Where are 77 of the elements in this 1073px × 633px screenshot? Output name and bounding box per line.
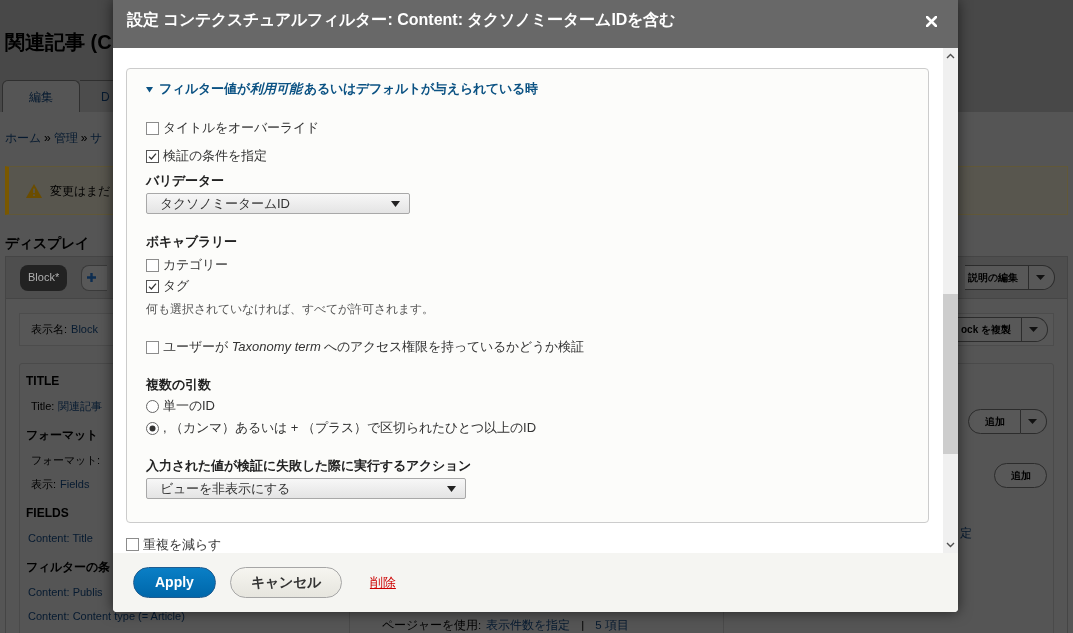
setting-label: 表示名:	[31, 322, 68, 338]
duplicate-button[interactable]: ock を複製	[958, 317, 1022, 342]
page-tab[interactable]: 編集	[2, 80, 80, 112]
section-heading: フォーマット	[26, 427, 98, 444]
field-label: バリデーター	[146, 172, 224, 190]
radio-button[interactable]	[146, 399, 159, 413]
setting-link[interactable]: Content: Content type (= Article)	[28, 607, 185, 625]
breadcrumb-link[interactable]: サ	[90, 129, 103, 147]
setting-link[interactable]: 定	[960, 524, 972, 542]
checkbox[interactable]	[146, 279, 159, 293]
page-tab[interactable]: D	[80, 80, 113, 112]
setting-label: ページャーを使用:	[382, 618, 482, 633]
setting-link[interactable]: 表示件数を指定	[486, 617, 571, 633]
checkbox[interactable]	[126, 538, 139, 551]
fieldset-summary-link[interactable]: フィルター値が利用可能あるいはデフォルトが与えられている時	[146, 80, 538, 98]
add-display-button[interactable]	[81, 264, 108, 291]
plus-icon	[87, 273, 97, 282]
radio-label: , （カンマ）あるいは + （プラス）で区切られたひとつ以上のID	[163, 419, 537, 438]
select-field[interactable]: タクソノミータームID	[146, 193, 410, 214]
edit-description-button[interactable]: 説明の編集	[965, 265, 1029, 290]
scrollbar[interactable]	[943, 48, 958, 553]
section-heading: ディスプレイ	[5, 235, 89, 251]
warning-text: 変更はまだ	[50, 182, 110, 200]
checkbox-label: カテゴリー	[163, 256, 228, 275]
caret-down-icon	[391, 200, 400, 207]
dropdown-toggle[interactable]	[1022, 317, 1048, 342]
caret-down-icon	[1028, 327, 1038, 332]
apply-button[interactable]: Apply	[133, 567, 216, 598]
section-heading: TITLE	[26, 373, 60, 390]
dropdown-toggle[interactable]	[1029, 265, 1055, 290]
breadcrumb-link[interactable]: 管理	[53, 129, 78, 147]
caret-down-icon	[1035, 275, 1045, 280]
field-label: 複数の引数	[146, 376, 211, 394]
page-title: 関連記事 (C	[5, 30, 112, 54]
cancel-button[interactable]: キャンセル	[229, 567, 342, 598]
setting-link[interactable]: Block	[71, 321, 98, 338]
section-heading: フィルターの条	[26, 559, 110, 576]
checkbox-label: ユーザーが Taxonomy term へのアクセス権限を持っているかどうか検証	[163, 338, 585, 357]
radio-label: 単一のID	[163, 397, 215, 416]
caret-down-icon	[1027, 419, 1037, 424]
checkbox-label: タイトルをオーバーライド	[163, 119, 319, 138]
checkbox[interactable]	[146, 258, 159, 272]
delete-link[interactable]: 削除	[369, 572, 396, 593]
display-tab[interactable]: Block*	[20, 264, 68, 291]
section-heading: FIELDS	[26, 505, 69, 522]
checkbox[interactable]	[146, 121, 159, 135]
radio-button[interactable]	[146, 421, 159, 435]
checkbox[interactable]	[146, 340, 159, 354]
checkbox-label: タグ	[163, 277, 189, 296]
breadcrumb-link[interactable]: ホーム	[5, 129, 41, 147]
checkbox[interactable]	[146, 149, 159, 163]
dropdown-toggle[interactable]	[1021, 409, 1047, 434]
close-button[interactable]	[923, 13, 939, 29]
setting-link[interactable]: Fields	[60, 475, 90, 493]
field-label: 入力された値が検証に失敗した際に実行するアクション	[146, 457, 471, 475]
dialog-title: 設定 コンテクスチュアルフィルター: Content: タクソノミータームIDを含む	[127, 10, 676, 30]
breadcrumb-separator: »	[44, 130, 51, 147]
setting-link[interactable]: Content: Publis	[28, 583, 103, 601]
select-field[interactable]: ビューを非表示にする	[146, 478, 466, 499]
warning-icon	[26, 183, 42, 198]
caret-down-icon	[447, 485, 456, 492]
checkbox-label: 重複を減らす	[143, 537, 221, 552]
close-icon	[925, 15, 937, 27]
setting-label: フォーマット:	[31, 452, 101, 468]
add-button[interactable]: 追加	[994, 463, 1047, 488]
setting-link[interactable]: 5 項目	[595, 617, 629, 633]
setting-label: 表示:	[31, 476, 57, 492]
setting-link[interactable]: 関連記事	[58, 397, 103, 415]
setting-label: Title:	[31, 398, 55, 414]
field-label: ボキャブラリー	[146, 233, 237, 251]
setting-link[interactable]: Content: Title	[28, 529, 93, 547]
checkbox-label: 検証の条件を指定	[163, 147, 267, 166]
add-button[interactable]: 追加	[968, 409, 1021, 434]
scrollbar-thumb[interactable]	[943, 294, 958, 454]
field-description: 何も選択されていなければ、すべてが許可されます。	[146, 301, 434, 318]
breadcrumb-separator: »	[80, 130, 88, 147]
pager-separator: |	[580, 618, 586, 633]
